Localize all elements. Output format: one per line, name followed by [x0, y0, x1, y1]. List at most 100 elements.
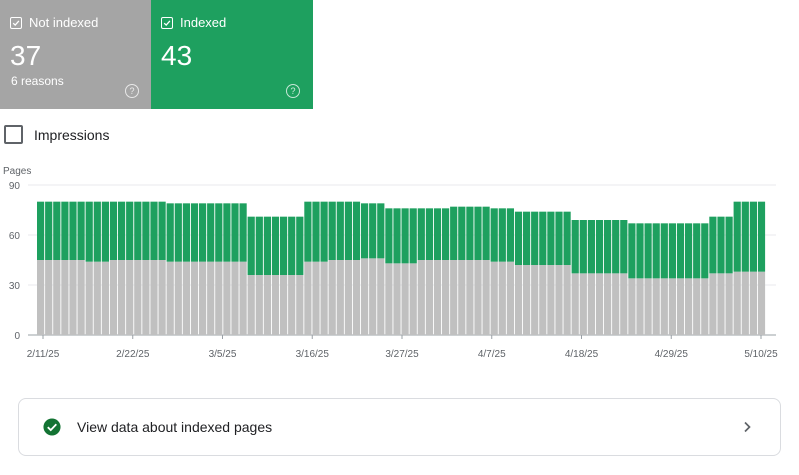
view-indexed-pages-card[interactable]: View data about indexed pages [18, 398, 781, 456]
bar-indexed [126, 201, 134, 260]
bar-indexed [757, 201, 766, 272]
bar-indexed [199, 203, 207, 262]
bar-not-indexed [433, 260, 442, 335]
bar-not-indexed [425, 260, 433, 335]
bar-not-indexed [636, 278, 644, 335]
bar-not-indexed [304, 261, 312, 335]
bar-not-indexed [288, 275, 296, 335]
bar-indexed [304, 201, 312, 262]
bar-indexed [425, 208, 433, 260]
x-tick-label: 4/29/25 [655, 349, 689, 360]
chevron-right-icon[interactable] [740, 420, 754, 434]
bar-not-indexed [93, 261, 101, 335]
bar-indexed [142, 201, 150, 260]
bar-not-indexed [482, 260, 490, 335]
bar-indexed [514, 211, 523, 265]
bar-indexed [523, 211, 531, 265]
pages-chart: Pages 0 30 60 90 2/11/25 2/22/25 3/5/25 3/16/25 3… [3, 166, 778, 360]
bar-indexed [636, 223, 644, 279]
bar-not-indexed [69, 260, 77, 335]
bar-not-indexed [182, 261, 190, 335]
bar-indexed [717, 216, 725, 274]
bar-indexed [312, 201, 320, 262]
bar-not-indexed [644, 278, 652, 335]
bar-indexed [182, 203, 190, 262]
x-tick-label: 4/7/25 [478, 349, 506, 360]
bar-indexed [741, 201, 749, 272]
bar-not-indexed [401, 263, 409, 335]
bar-indexed [579, 220, 587, 274]
bar-not-indexed [166, 261, 174, 335]
bar-indexed [239, 203, 247, 262]
bar-not-indexed [361, 258, 369, 335]
x-tick-label: 3/5/25 [209, 349, 237, 360]
bar-not-indexed [579, 273, 587, 335]
bar-not-indexed [207, 261, 215, 335]
not-indexed-reasons: 6 reasons [11, 74, 64, 88]
impressions-checkbox[interactable] [4, 125, 23, 144]
bar-indexed [385, 208, 393, 264]
bar-indexed [109, 201, 118, 260]
bar-not-indexed [158, 260, 166, 335]
bar-not-indexed [474, 260, 482, 335]
indexed-card[interactable]: Indexed 43 ? [151, 0, 313, 109]
bar-not-indexed [506, 261, 514, 335]
bar-indexed [280, 216, 288, 275]
bar-indexed [668, 223, 676, 279]
bar-indexed [660, 223, 668, 279]
bar-indexed [676, 223, 685, 279]
bar-indexed [531, 211, 539, 265]
not-indexed-count: 37 [10, 40, 42, 71]
bar-not-indexed [628, 278, 636, 335]
view-indexed-pages-label: View data about indexed pages [77, 419, 273, 435]
bar-not-indexed [344, 260, 352, 335]
bar-indexed [482, 206, 490, 260]
bar-not-indexed [53, 260, 61, 335]
bar-not-indexed [328, 260, 336, 335]
help-icon[interactable]: ? [286, 84, 300, 98]
bar-not-indexed [701, 278, 709, 335]
bar-not-indexed [312, 261, 320, 335]
bar-indexed [393, 208, 401, 264]
help-icon[interactable]: ? [125, 84, 139, 98]
bar-not-indexed [101, 261, 109, 335]
bar-not-indexed [539, 265, 547, 335]
bar-indexed [604, 220, 612, 274]
bar-indexed [361, 203, 369, 259]
bar-not-indexed [490, 261, 498, 335]
bar-indexed [69, 201, 77, 260]
bar-indexed [231, 203, 239, 262]
not-indexed-card[interactable]: Not indexed 37 6 reasons ? [0, 0, 151, 109]
bar-not-indexed [685, 278, 693, 335]
bar-not-indexed [336, 260, 344, 335]
bar-indexed [150, 201, 158, 260]
bar-indexed [685, 223, 693, 279]
checkbox-checked-icon[interactable] [161, 16, 173, 29]
indexed-header: Indexed [161, 15, 226, 30]
bar-not-indexed [199, 261, 207, 335]
bar-indexed [336, 201, 344, 260]
bar-indexed [417, 208, 425, 260]
bar-not-indexed [514, 265, 523, 335]
bar-indexed [93, 201, 101, 262]
not-indexed-header: Not indexed [10, 15, 98, 30]
bar-not-indexed [587, 273, 595, 335]
impressions-toggle[interactable]: Impressions [4, 125, 109, 144]
bar-indexed [223, 203, 231, 262]
bar-not-indexed [612, 273, 620, 335]
bar-not-indexed [717, 273, 725, 335]
check-circle-icon [43, 418, 61, 436]
bar-not-indexed [523, 265, 531, 335]
bar-indexed [288, 216, 296, 275]
checkbox-checked-icon[interactable] [10, 16, 22, 29]
bar-not-indexed [215, 261, 223, 335]
bar-indexed [652, 223, 660, 279]
bar-not-indexed [417, 260, 425, 335]
bar-not-indexed [109, 260, 118, 335]
bar-not-indexed [77, 260, 85, 335]
bar-indexed [709, 216, 717, 274]
impressions-label: Impressions [34, 126, 110, 143]
x-tick-label: 3/27/25 [385, 349, 419, 360]
bar-not-indexed [142, 260, 150, 335]
bar-indexed [158, 201, 166, 260]
